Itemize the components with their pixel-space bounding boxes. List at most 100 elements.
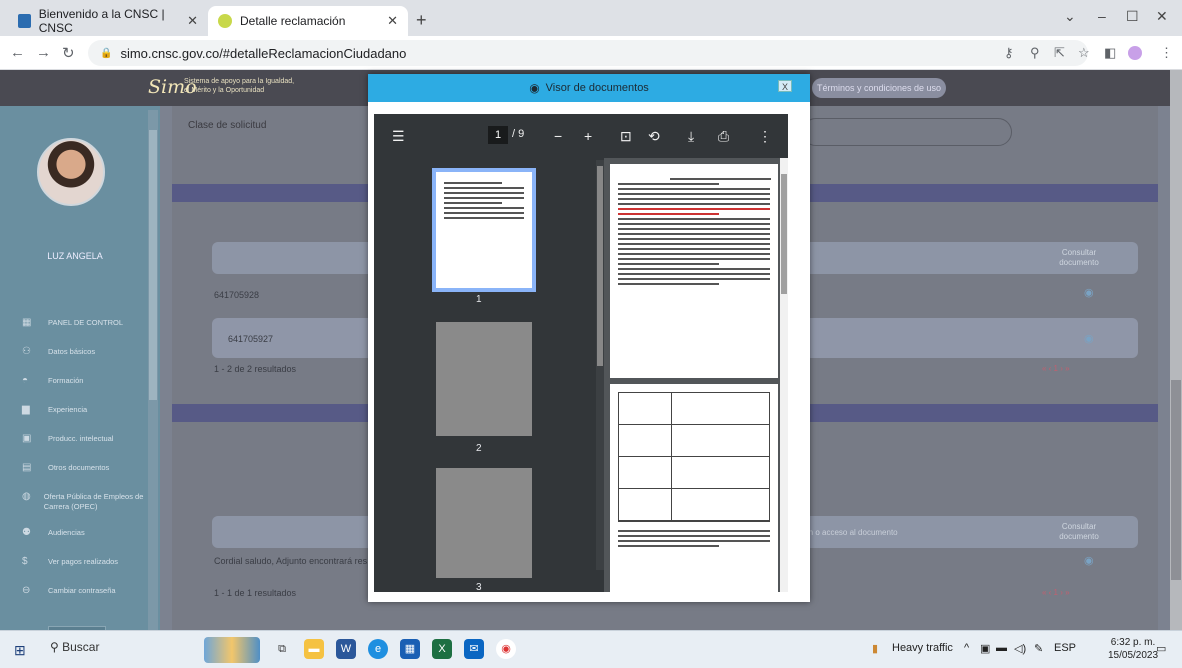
date: 15/05/2023 xyxy=(1108,650,1159,661)
menu-icon[interactable]: ☰ xyxy=(392,128,405,145)
lock-icon[interactable]: 🔒 xyxy=(100,48,112,59)
view-document-icon[interactable]: ◉ xyxy=(1084,332,1094,345)
task-view-icon[interactable]: ⧉ xyxy=(272,639,292,659)
pagination[interactable]: « ‹ 1 › » xyxy=(1042,588,1070,597)
menu-dots-icon[interactable]: ⋮ xyxy=(1160,45,1173,61)
request-class-field[interactable] xyxy=(802,118,1012,146)
close-modal-button[interactable]: X xyxy=(778,80,792,92)
doc-text-line xyxy=(618,263,719,265)
chrome-icon[interactable]: ◉ xyxy=(496,639,516,659)
sidebar-item-formacion[interactable]: ◓ Formación xyxy=(22,376,152,405)
consult-document-header: Consultar documento xyxy=(1059,248,1099,267)
tab-cnsc[interactable]: Bienvenido a la CNSC | CNSC ✕ xyxy=(8,6,208,36)
page-thumbnail[interactable] xyxy=(436,322,532,436)
fit-page-icon[interactable]: ⊡ xyxy=(620,128,632,145)
notifications-icon[interactable]: ▭ xyxy=(1156,642,1166,655)
sidebar-item-opec[interactable]: ◍ Oferta Pública de Empleos de Carrera (O… xyxy=(22,492,152,528)
search-highlight-image[interactable] xyxy=(204,637,260,663)
reload-icon[interactable]: ↻ xyxy=(62,44,75,62)
back-icon[interactable]: ← xyxy=(10,44,25,61)
zoom-in-icon[interactable]: + xyxy=(584,128,592,144)
thumb-text-line xyxy=(444,207,524,209)
taskbar-search[interactable]: ⚲ Buscar xyxy=(50,640,200,654)
row-id: 641705928 xyxy=(214,290,260,300)
results-count: 1 - 2 de 2 resultados xyxy=(214,364,297,374)
sidebar-item-produccion[interactable]: ▣ Producc. intelectual xyxy=(22,434,152,463)
network-icon[interactable]: ▣ xyxy=(980,642,990,655)
pen-icon[interactable]: ✎ xyxy=(1034,642,1043,655)
document-scrollbar-thumb[interactable] xyxy=(781,174,787,294)
doc-text-line xyxy=(670,178,771,180)
close-window-icon[interactable]: ✕ xyxy=(1156,8,1168,25)
sidebar-scrollbar-thumb[interactable] xyxy=(149,130,157,400)
profile-avatar[interactable] xyxy=(1128,46,1142,60)
close-tab-icon[interactable]: ✕ xyxy=(387,13,398,29)
more-options-icon[interactable]: ⋮ xyxy=(758,128,772,145)
share-icon[interactable]: ⇱ xyxy=(1054,45,1065,61)
search-icon: ⚲ xyxy=(50,640,63,654)
doc-table-row xyxy=(619,489,769,521)
word-icon[interactable]: W xyxy=(336,639,356,659)
doc-text-line-highlight xyxy=(618,213,719,215)
doc-text-line xyxy=(618,218,770,220)
sidebar-item-contrasena[interactable]: ⊖ Cambiar contraseña xyxy=(22,586,152,615)
clock[interactable]: 6:32 p. m. 15/05/2023 xyxy=(1108,636,1158,662)
sidebar-item-otros-documentos[interactable]: ▤ Otros documentos xyxy=(22,463,152,492)
sidebar-item-pagos[interactable]: $ Ver pagos realizados xyxy=(22,557,152,586)
page-thumbnail[interactable] xyxy=(436,468,532,578)
print-icon[interactable]: ⎙ xyxy=(718,128,729,145)
weather-text[interactable]: Heavy traffic xyxy=(892,642,953,654)
doc-table-row xyxy=(619,457,769,489)
edge-icon[interactable]: e xyxy=(368,639,388,659)
search-label: Buscar xyxy=(62,640,100,654)
zoom-icon[interactable]: ⚲ xyxy=(1030,45,1040,61)
sidebar-item-label: Oferta Pública de Empleos de Carrera (OP… xyxy=(43,492,144,511)
forward-icon[interactable]: → xyxy=(36,44,51,61)
briefcase-icon: ▆ xyxy=(22,404,30,415)
minimize-icon[interactable]: – xyxy=(1098,8,1106,24)
mail-icon[interactable]: ✉ xyxy=(464,639,484,659)
battery-icon[interactable]: ▬ xyxy=(996,642,1007,654)
view-document-icon[interactable]: ◉ xyxy=(1084,554,1094,567)
file-explorer-icon[interactable]: ▬ xyxy=(304,639,324,659)
doc-text-line xyxy=(618,188,770,190)
windows-start-icon[interactable]: ⊞ xyxy=(14,642,26,659)
sidebar-item-experiencia[interactable]: ▆ Experiencia xyxy=(22,405,152,434)
language-indicator[interactable]: ESP xyxy=(1054,642,1076,654)
thumbnail-number: 2 xyxy=(476,443,482,454)
key-icon[interactable]: ⚷ xyxy=(1004,45,1014,61)
bookmark-star-icon[interactable]: ☆ xyxy=(1078,45,1090,61)
doc-text-line xyxy=(618,530,770,532)
zoom-out-icon[interactable]: − xyxy=(554,128,562,144)
page-thumbnail[interactable] xyxy=(432,168,536,292)
page-number-input[interactable]: 1 xyxy=(488,126,508,144)
volume-icon[interactable]: ◁) xyxy=(1014,642,1026,655)
tab-detalle-reclamacion[interactable]: Detalle reclamación ✕ xyxy=(208,6,408,36)
logo-subtitle: Sistema de apoyo para la Igualdad, el Mé… xyxy=(184,77,294,95)
sidebar-item-panel-control[interactable]: ▦ PANEL DE CONTROL xyxy=(22,318,152,347)
rotate-icon[interactable]: ⟲ xyxy=(648,128,660,145)
download-icon[interactable]: ⤓ xyxy=(688,128,694,145)
thumbnail-scrollbar-thumb[interactable] xyxy=(597,166,603,366)
address-bar[interactable]: 🔒 simo.cnsc.gov.co/#detalleReclamacionCi… xyxy=(88,40,1088,66)
terms-button[interactable]: Términos y condiciones de uso xyxy=(812,78,946,98)
page-scrollbar-thumb[interactable] xyxy=(1171,380,1181,580)
excel-icon[interactable]: X xyxy=(432,639,452,659)
thumbnail-number: 3 xyxy=(476,582,482,592)
maximize-icon[interactable]: ☐ xyxy=(1126,8,1139,25)
new-tab-button[interactable]: + xyxy=(416,10,427,31)
view-document-icon[interactable]: ◉ xyxy=(1084,286,1094,299)
sidebar-item-label: Experiencia xyxy=(48,405,88,414)
thumbnail-number: 1 xyxy=(476,294,482,305)
side-panel-icon[interactable]: ◧ xyxy=(1104,45,1116,61)
tab-title: Detalle reclamación xyxy=(240,14,346,28)
sidebar-item-audiencias[interactable]: ⚉ Audiencias xyxy=(22,528,152,557)
store-icon[interactable]: ▦ xyxy=(400,639,420,659)
document-page-area xyxy=(608,158,778,592)
show-hidden-icons-icon[interactable]: ^ xyxy=(964,642,969,654)
close-tab-icon[interactable]: ✕ xyxy=(187,13,198,29)
tab-search-icon[interactable]: ⌄ xyxy=(1064,8,1076,25)
sidebar-item-datos-basicos[interactable]: ⚇ Datos básicos xyxy=(22,347,152,376)
sidebar-item-label: Otros documentos xyxy=(48,463,110,472)
pagination[interactable]: « ‹ 1 › » xyxy=(1042,364,1070,373)
